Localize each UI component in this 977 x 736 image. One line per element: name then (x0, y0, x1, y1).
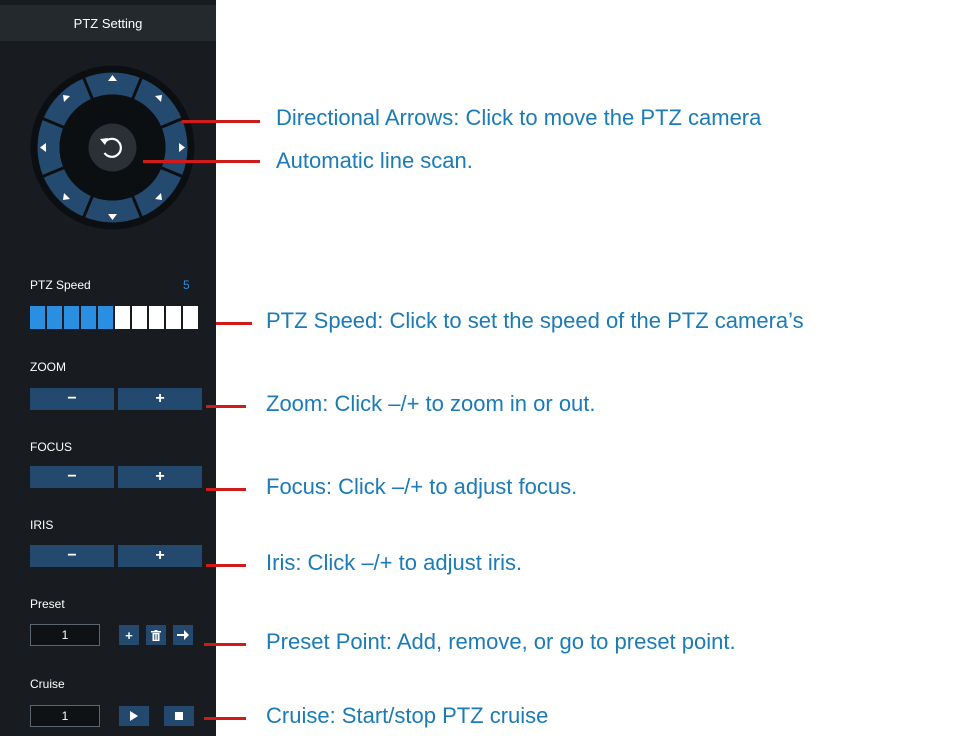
callout-line-zoom (206, 405, 246, 408)
speed-label: PTZ Speed (30, 278, 91, 292)
callout-line-iris (206, 564, 246, 567)
callout-line-speed (216, 322, 252, 325)
cruise-number-input[interactable]: 1 (30, 705, 100, 727)
iris-label: IRIS (30, 518, 54, 532)
iris-minus-button[interactable]: − (30, 545, 114, 567)
play-icon (130, 711, 138, 721)
callout-line-cruise (204, 717, 246, 720)
arrow-right-icon (177, 630, 189, 640)
speed-level-3[interactable] (64, 306, 79, 329)
directional-dial (30, 65, 195, 230)
zoom-label: ZOOM (30, 360, 66, 374)
cruise-stop-button[interactable] (164, 706, 194, 726)
callout-line-scan: Automatic line scan. (276, 148, 473, 173)
trash-icon (151, 629, 161, 641)
speed-level-9[interactable] (166, 306, 181, 329)
zoom-controls: − + (30, 388, 202, 410)
speed-level-1[interactable] (30, 306, 45, 329)
preset-add-button[interactable]: + (119, 625, 139, 645)
callout-cruise: Cruise: Start/stop PTZ cruise (266, 703, 549, 728)
preset-number-input[interactable]: 1 (30, 624, 100, 646)
cruise-label: Cruise (30, 677, 65, 691)
callout-speed: PTZ Speed: Click to set the speed of the… (266, 308, 804, 333)
line-scan-button[interactable] (88, 123, 137, 172)
speed-level-5[interactable] (98, 306, 113, 329)
focus-plus-button[interactable]: + (118, 466, 202, 488)
iris-plus-button[interactable]: + (118, 545, 202, 567)
callout-preset: Preset Point: Add, remove, or go to pres… (266, 629, 736, 654)
ptz-panel: PTZ Setting PTZ Speed 5 ZOOM − + FOCUS −… (0, 0, 216, 736)
zoom-in-button[interactable]: + (118, 388, 202, 410)
callout-line-preset (204, 643, 246, 646)
stop-icon (175, 712, 183, 720)
iris-controls: − + (30, 545, 202, 567)
speed-level-6[interactable] (115, 306, 130, 329)
speed-level-10[interactable] (183, 306, 198, 329)
focus-controls: − + (30, 466, 202, 488)
zoom-out-button[interactable]: − (30, 388, 114, 410)
focus-label: FOCUS (30, 440, 72, 454)
cruise-start-button[interactable] (119, 706, 149, 726)
callout-directional: Directional Arrows: Click to move the PT… (276, 105, 762, 130)
speed-level-4[interactable] (81, 306, 96, 329)
focus-minus-button[interactable]: − (30, 466, 114, 488)
preset-delete-button[interactable] (146, 625, 166, 645)
callout-iris: Iris: Click –/+ to adjust iris. (266, 550, 523, 575)
speed-bar[interactable] (30, 306, 198, 329)
callout-focus: Focus: Click –/+ to adjust focus. (266, 474, 578, 499)
plus-icon: + (125, 627, 133, 643)
speed-value: 5 (183, 278, 190, 292)
preset-label: Preset (30, 597, 65, 611)
speed-level-2[interactable] (47, 306, 62, 329)
preset-goto-button[interactable] (173, 625, 193, 645)
callout-line-directional (182, 120, 260, 123)
panel-title: PTZ Setting (0, 5, 216, 41)
callout-line-focus (206, 488, 246, 491)
speed-level-8[interactable] (149, 306, 164, 329)
speed-level-7[interactable] (132, 306, 147, 329)
callout-line-line-scan (143, 160, 260, 163)
callout-zoom: Zoom: Click –/+ to zoom in or out. (266, 391, 596, 416)
